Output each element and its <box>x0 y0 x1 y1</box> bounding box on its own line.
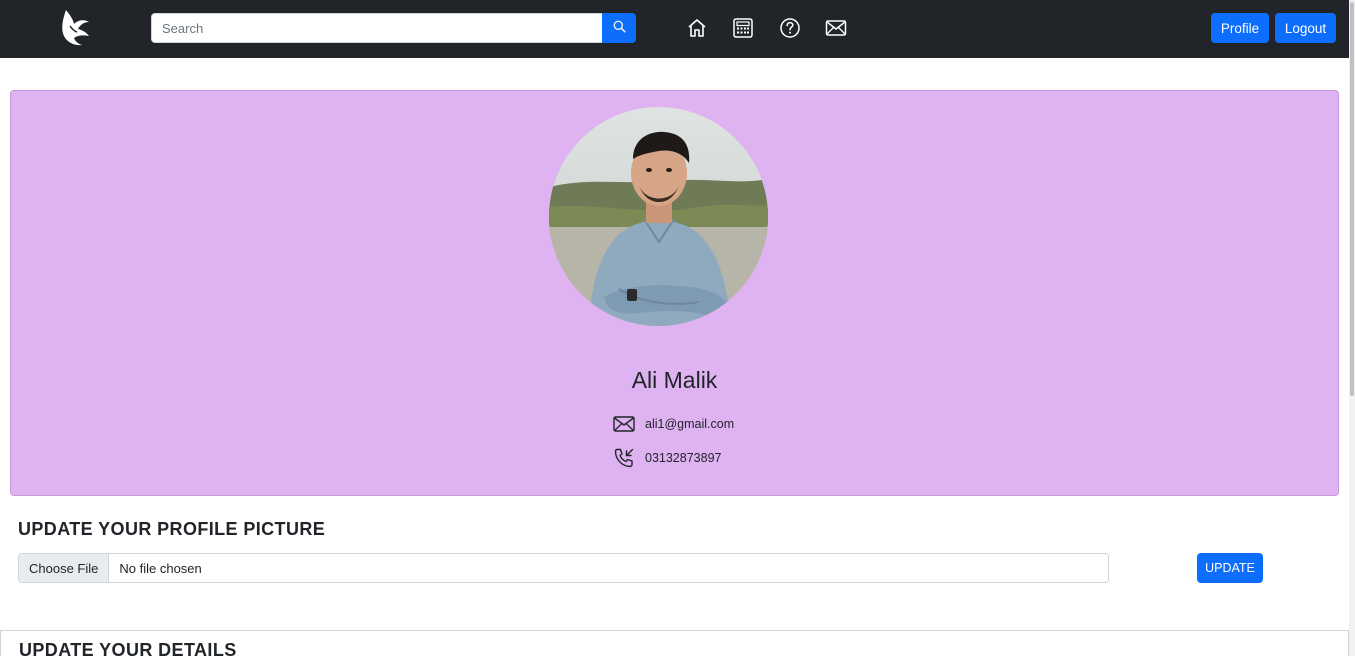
search-icon <box>613 20 626 36</box>
search-button[interactable] <box>602 13 636 43</box>
file-status: No file chosen <box>119 560 202 576</box>
page: Profile Logout <box>0 0 1355 656</box>
search-bar <box>151 13 636 43</box>
update-picture-title: UPDATE YOUR PROFILE PICTURE <box>18 519 326 539</box>
scrollbar-thumb[interactable] <box>1350 2 1354 396</box>
profile-button[interactable]: Profile <box>1211 13 1269 43</box>
logout-button[interactable]: Logout <box>1275 13 1336 43</box>
profile-email: ali1@gmail.com <box>645 417 735 431</box>
profile-picture-file-input[interactable]: Choose File No file chosen <box>18 553 1109 583</box>
email-row: ali1@gmail.com <box>613 413 734 435</box>
phone-incoming-icon <box>613 447 637 469</box>
update-details-title: UPDATE YOUR DETAILS <box>19 640 237 656</box>
update-details-section: UPDATE YOUR DETAILS <box>0 630 1349 656</box>
navbar: Profile Logout <box>0 0 1349 58</box>
search-input[interactable] <box>151 13 602 43</box>
home-icon[interactable] <box>686 17 708 39</box>
profile-name: Ali Malik <box>631 367 718 393</box>
avatar <box>549 107 768 326</box>
help-icon[interactable] <box>779 17 801 39</box>
update-picture-button[interactable]: UPDATE <box>1197 553 1263 583</box>
profile-card: Ali Malik ali1@gmail.com 03132873897 <box>10 90 1339 496</box>
envelope-icon <box>613 413 637 435</box>
choose-file-button[interactable]: Choose File <box>19 554 110 582</box>
logo-icon[interactable] <box>56 7 94 47</box>
calculator-icon[interactable] <box>732 17 754 39</box>
phone-row: 03132873897 <box>613 447 721 469</box>
profile-phone: 03132873897 <box>645 451 722 465</box>
scrollbar[interactable] <box>1349 0 1355 656</box>
mail-icon[interactable] <box>825 17 847 39</box>
